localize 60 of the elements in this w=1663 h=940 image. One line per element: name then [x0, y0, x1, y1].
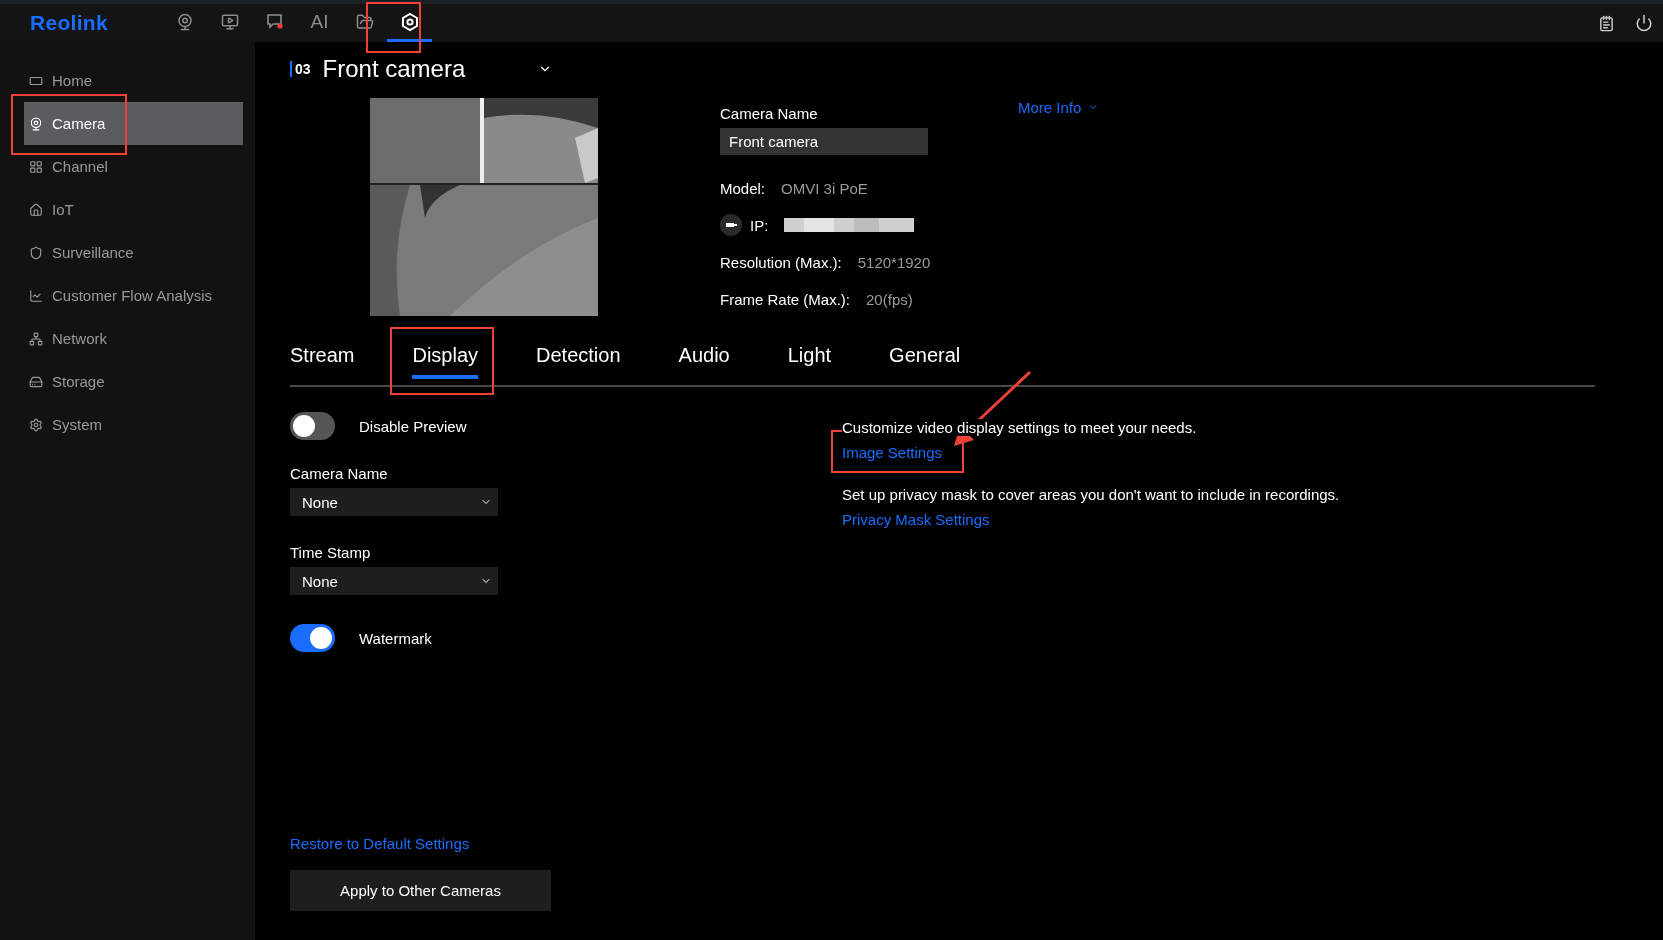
sidebar-item[interactable]: Storage — [24, 360, 243, 403]
dropdown[interactable]: None — [290, 567, 498, 595]
dropdown[interactable]: None — [290, 488, 498, 516]
menu-icon — [29, 331, 43, 346]
toggle-label: Disable Preview — [359, 417, 467, 435]
settings-icon — [399, 11, 420, 32]
sidebar-item[interactable]: Camera — [24, 102, 243, 145]
settings-link[interactable]: Image Settings — [842, 444, 943, 461]
info-value: OMVI 3i PoE — [781, 179, 868, 197]
tab[interactable]: General — [889, 338, 961, 379]
apply-button[interactable]: Apply to Other Cameras — [290, 870, 551, 911]
field-label: Camera Name — [720, 105, 819, 122]
camera-icon — [175, 12, 194, 31]
menu-icon — [29, 288, 43, 303]
notes-icon[interactable] — [1598, 14, 1615, 32]
restore-link[interactable]: Restore to Default Settings — [290, 835, 470, 852]
sidebar-item[interactable]: Home — [24, 59, 243, 102]
power-icon[interactable] — [1635, 14, 1653, 32]
toggle-label: Watermark — [359, 629, 432, 647]
ethernet-icon — [720, 214, 742, 236]
menu-icon — [29, 159, 43, 174]
info-label: Resolution (Max.): — [720, 253, 842, 271]
info-value: 20(fps) — [866, 290, 913, 308]
tab[interactable]: Stream — [290, 338, 355, 379]
sidebar-item[interactable]: IoT — [24, 188, 243, 231]
sidebar-item[interactable]: Channel — [24, 145, 243, 188]
tab[interactable]: Display — [412, 338, 479, 379]
field-label: Camera Name — [290, 465, 389, 482]
menu-icon — [29, 374, 43, 389]
info-label: Frame Rate (Max.): — [720, 290, 851, 308]
toggle-switch[interactable] — [290, 624, 335, 652]
info-value: 5120*1920 — [857, 253, 931, 271]
info-label: IP: — [750, 216, 769, 234]
menu-icon — [29, 116, 43, 131]
tab[interactable]: Audio — [678, 338, 730, 379]
sidebar-item[interactable]: Network — [24, 317, 243, 360]
toggle-switch[interactable] — [290, 412, 335, 440]
help-text: Set up privacy mask to cover areas you don't want to include in recordings. — [842, 486, 1340, 503]
ai-tab[interactable]: AI — [297, 4, 342, 42]
sidebar-item[interactable]: Surveillance — [24, 231, 243, 274]
message-alert-icon — [265, 12, 284, 31]
sidebar-item[interactable]: System — [24, 403, 243, 446]
play-window-icon — [220, 12, 239, 31]
highlight-frame — [366, 2, 421, 53]
field-label: Time Stamp — [290, 544, 372, 561]
tab[interactable]: Light — [787, 338, 832, 379]
camera-title: Front camera — [322, 55, 467, 83]
sidebar-item[interactable]: Customer Flow Analysis — [24, 274, 243, 317]
folder-icon — [355, 12, 374, 31]
help-text: Customize video display settings to meet your needs. — [842, 419, 1197, 436]
menu-icon — [29, 245, 43, 260]
reolink-logo: Reolink — [30, 11, 109, 35]
menu-icon — [29, 202, 43, 217]
tab[interactable]: Detection — [536, 338, 621, 379]
menu-icon — [29, 417, 43, 432]
channel-number: 03 — [290, 61, 311, 77]
info-label: Model: — [720, 179, 766, 197]
settings-link[interactable]: Privacy Mask Settings — [842, 511, 990, 528]
more-info-link[interactable]: More Info — [1018, 98, 1100, 116]
camera-name-field[interactable]: Front camera — [720, 128, 928, 155]
